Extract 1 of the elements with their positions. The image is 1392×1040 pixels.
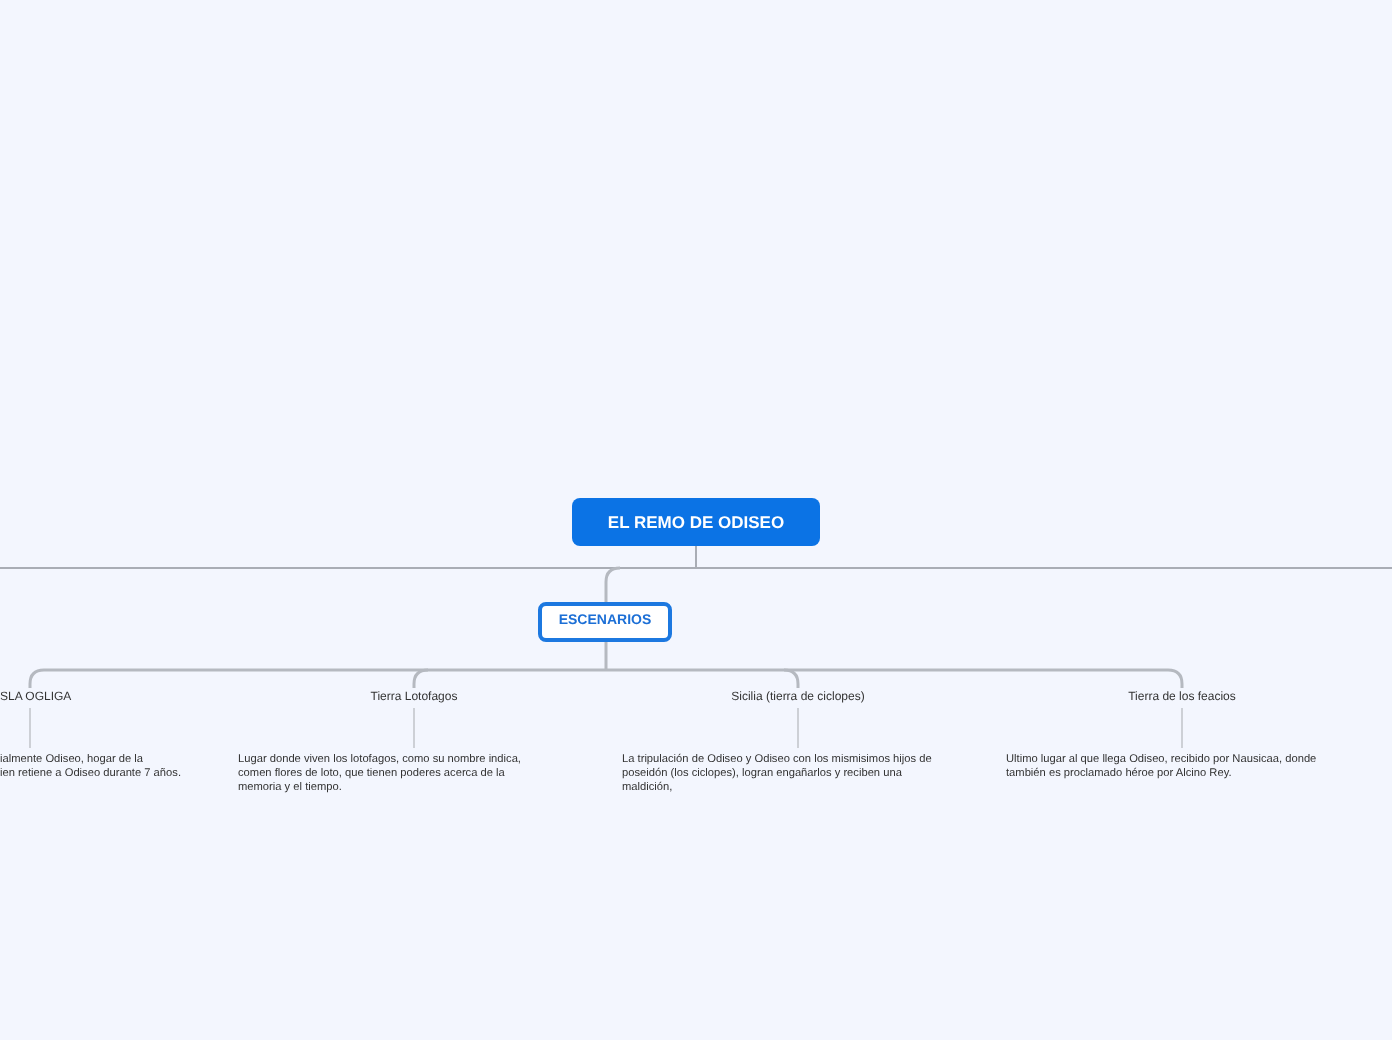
root-node[interactable]: EL REMO DE ODISEO	[572, 498, 820, 546]
